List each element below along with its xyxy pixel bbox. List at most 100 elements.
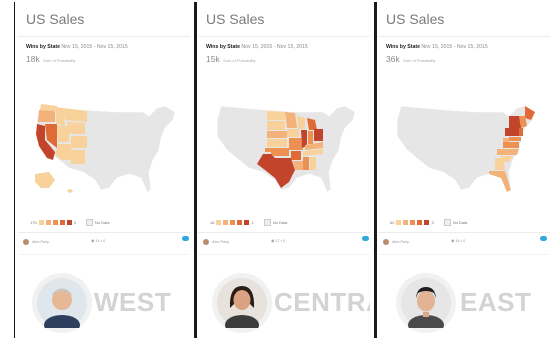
metric-unit: Sum of Probability (43, 58, 76, 63)
chart-name: Wins by State (206, 44, 240, 50)
panel-title: US Sales (386, 11, 445, 27)
region-label: EAST (460, 287, 532, 317)
dashboard-panel-central: US Sales Wins by State Nov 15, 2015 - No… (198, 2, 370, 338)
panel-footer: Alex Paxy ◉ 16 ▪ 0 (383, 237, 545, 246)
comments-icon[interactable]: ▪ (281, 239, 282, 243)
metric: 36k Sum of Probability (386, 54, 436, 64)
state-alaska[interactable] (35, 172, 55, 188)
title-divider (198, 36, 370, 37)
state-alabama[interactable] (310, 157, 316, 170)
user-avatar-icon[interactable] (203, 238, 209, 245)
state-south-dakota[interactable] (267, 121, 285, 130)
region-label: CENTRAL (274, 287, 370, 317)
footer-user[interactable]: Alex Paxy (212, 240, 229, 244)
legend-max: 3 (73, 219, 76, 225)
chart-name: Wins by State (386, 44, 420, 50)
dashboard-panel-west: US Sales Wins by State Nov 15, 2015 - No… (18, 2, 190, 338)
state-hawaii[interactable] (67, 189, 73, 193)
no-data-swatch (85, 218, 93, 226)
views-icon: ◉ (451, 239, 455, 243)
state-oregon[interactable] (38, 110, 55, 122)
comments-count: 0 (463, 239, 466, 243)
state-new-jersey[interactable] (519, 128, 523, 136)
legend-swatch (403, 219, 409, 225)
person-photo (396, 273, 456, 333)
cloud-icon[interactable] (362, 236, 369, 241)
state-new-mexico[interactable] (71, 150, 85, 164)
no-data-swatch (443, 218, 451, 226)
state-mississippi[interactable] (303, 157, 309, 170)
comments-count: 0 (103, 239, 106, 243)
state-ohio[interactable] (314, 129, 323, 141)
panel-footer: Alex Paxy ◉ 14 ▪ 0 (23, 237, 185, 246)
legend-swatch (410, 219, 416, 225)
state-missouri[interactable] (289, 138, 303, 150)
legend-no-data: No Data (452, 219, 468, 225)
cloud-icon[interactable] (182, 236, 189, 241)
chart-subtitle: Wins by State Nov 15, 2015 - Nov 15, 201… (386, 44, 488, 50)
state-nebraska[interactable] (267, 131, 287, 138)
person-icon (37, 278, 87, 328)
legend-swatch (417, 219, 423, 225)
chart-subtitle: Wins by State Nov 15, 2015 - Nov 15, 201… (26, 44, 128, 50)
footer-divider (378, 232, 550, 233)
legend-swatch (216, 219, 222, 225)
views-count: 14 (95, 239, 100, 243)
user-avatar-icon[interactable] (23, 238, 29, 245)
region-label: WEST (94, 287, 172, 317)
date-range: Nov 15, 2015 - Nov 15, 2015 (421, 44, 488, 50)
section-divider (18, 254, 190, 255)
panel-divider (194, 2, 197, 338)
views-count: 16 (455, 239, 460, 243)
date-range: Nov 15, 2015 - Nov 15, 2015 (61, 44, 128, 50)
legend-swatch (230, 219, 236, 225)
state-pennsylvania[interactable] (505, 128, 519, 136)
footer-user[interactable]: Alex Paxy (392, 240, 409, 244)
state-virginia[interactable] (503, 142, 519, 148)
legend-swatch (66, 219, 72, 225)
metric-value: 18k (26, 54, 40, 64)
views-icon: ◉ (91, 239, 95, 243)
state-wisconsin[interactable] (297, 116, 305, 129)
comments-icon[interactable]: ▪ (101, 239, 102, 243)
state-maryland[interactable] (509, 137, 521, 141)
state-washington[interactable] (40, 104, 57, 111)
state-indiana[interactable] (308, 131, 313, 144)
views-count: 17 (275, 239, 280, 243)
no-data-swatch (263, 218, 271, 226)
state-utah[interactable] (57, 126, 69, 142)
legend-min: 16 (210, 219, 215, 225)
title-divider (378, 36, 550, 37)
chart-name: Wins by State (26, 44, 60, 50)
state-colorado[interactable] (71, 136, 87, 148)
legend-swatch (38, 219, 44, 225)
state-wyoming[interactable] (67, 122, 85, 134)
state-kansas[interactable] (267, 139, 287, 147)
metric: 18k Sum of Probability (26, 54, 76, 64)
metric-unit: Sum of Probability (223, 58, 256, 63)
state-north-carolina[interactable] (497, 149, 519, 155)
state-new-york[interactable] (509, 116, 521, 128)
state-north-dakota[interactable] (267, 111, 285, 120)
dashboard-panel-east: US Sales Wins by State Nov 15, 2015 - No… (378, 2, 550, 338)
panel-title: US Sales (206, 11, 265, 27)
us-map[interactable] (24, 98, 186, 202)
user-avatar-icon[interactable] (383, 238, 389, 245)
state-arkansas[interactable] (291, 151, 301, 160)
cloud-icon[interactable] (540, 236, 547, 241)
us-map[interactable] (384, 98, 546, 202)
legend-max: 1 (251, 219, 254, 225)
footer-user[interactable]: Alex Paxy (32, 240, 49, 244)
legend-swatch (424, 219, 430, 225)
legend-no-data: No Data (272, 219, 288, 225)
panel-title: US Sales (26, 11, 85, 27)
person-icon (401, 278, 451, 328)
comments-icon[interactable]: ▪ (461, 239, 462, 243)
footer-stats: ◉ 14 ▪ 0 (91, 238, 105, 243)
views-icon: ◉ (271, 239, 275, 243)
us-map[interactable] (204, 98, 366, 202)
state-iowa[interactable] (287, 129, 299, 137)
footer-divider (18, 232, 190, 233)
legend-min: 60 (390, 219, 395, 225)
panel-divider (374, 2, 377, 338)
